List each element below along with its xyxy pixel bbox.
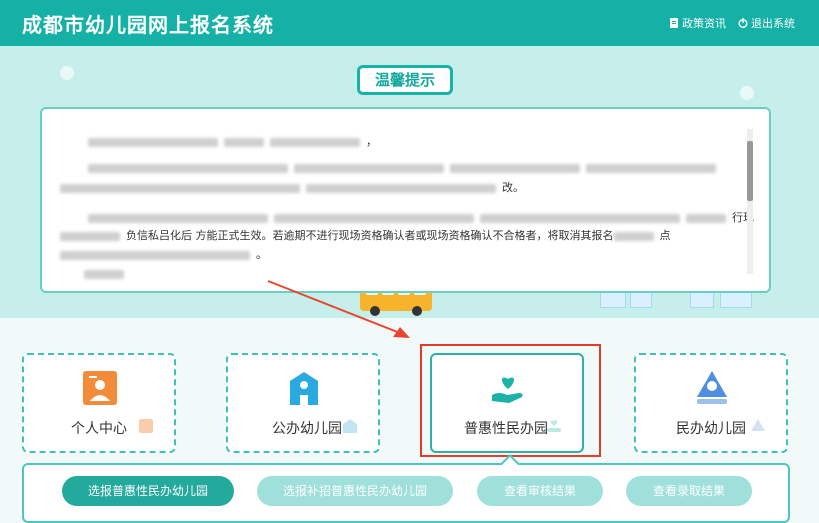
select-supplementary-kindergarten-button[interactable]: 选报补招普惠性民办幼儿园	[257, 476, 453, 506]
private-school-watermark-icon	[751, 419, 765, 431]
public-school-icon	[290, 372, 318, 405]
public-school-watermark-icon	[343, 419, 357, 433]
person-card-watermark-icon	[139, 419, 153, 433]
view-admission-result-button[interactable]: 查看录取结果	[626, 476, 752, 506]
card-private-kindergarten[interactable]: 民办幼儿园	[634, 353, 788, 453]
view-review-result-button[interactable]: 查看审核结果	[477, 476, 603, 506]
private-school-icon	[697, 371, 727, 404]
person-card-icon	[83, 371, 117, 405]
card-public-kindergarten[interactable]: 公办幼儿园	[226, 353, 380, 453]
select-inclusive-kindergarten-button[interactable]: 选报普惠性民办幼儿园	[62, 476, 234, 506]
highlight-box	[420, 344, 601, 457]
card-personal-center[interactable]: 个人中心	[22, 353, 176, 453]
